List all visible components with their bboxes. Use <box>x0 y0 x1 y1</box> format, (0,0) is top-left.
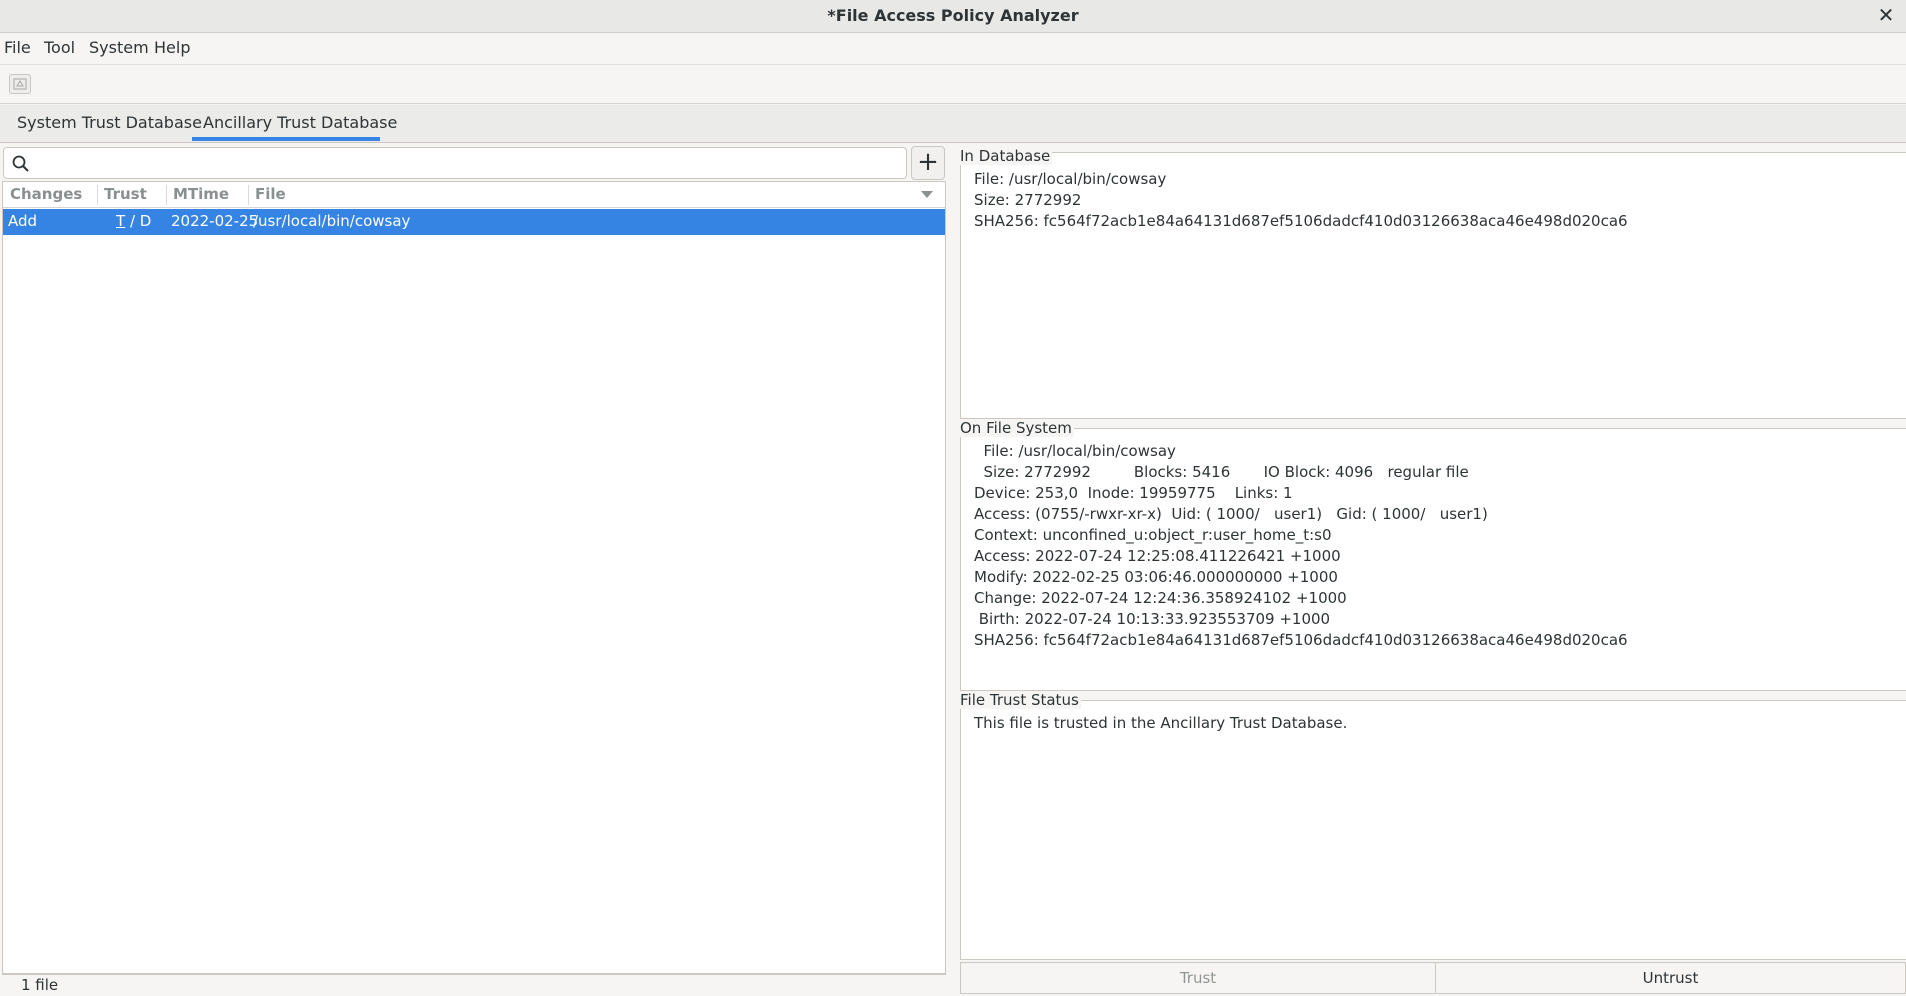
fs-line: Device: 253,0 Inode: 19959775 Links: 1 <box>974 484 1293 502</box>
file-trust-status-label: File Trust Status <box>960 691 1081 709</box>
in-database-panel: File: /usr/local/bin/cowsay Size: 277299… <box>960 152 1906 419</box>
fs-line: Context: unconfined_u:object_r:user_home… <box>974 526 1332 544</box>
table-row[interactable]: Add T / D 2022-02-25 /usr/local/bin/cows… <box>3 209 945 235</box>
action-buttons: Trust Untrust <box>960 962 1906 994</box>
menu-help[interactable]: Help <box>154 38 190 57</box>
menu-tool[interactable]: Tool <box>44 38 75 57</box>
column-separator <box>248 185 249 205</box>
column-separator <box>166 185 167 205</box>
fs-line: Change: 2022-07-24 12:24:36.358924102 +1… <box>974 589 1347 607</box>
fs-line: Modify: 2022-02-25 03:06:46.000000000 +1… <box>974 568 1338 586</box>
file-list[interactable]: Changes Trust MTime File Add T / D 2022-… <box>2 181 946 974</box>
menu-system[interactable]: System <box>89 38 149 57</box>
add-file-button[interactable]: + <box>911 146 945 180</box>
sort-arrow-icon[interactable] <box>921 191 933 198</box>
menu-file[interactable]: File <box>4 38 31 57</box>
in-database-line: SHA256: fc564f72acb1e84a64131d687ef5106d… <box>974 212 1628 230</box>
untrust-button[interactable]: Untrust <box>1435 962 1906 994</box>
search-icon <box>12 155 29 172</box>
list-header: Changes Trust MTime File <box>3 182 945 208</box>
trust-button[interactable]: Trust <box>960 962 1436 994</box>
cell-changes: Add <box>8 212 38 230</box>
tab-bar: System Trust Database Ancillary Trust Da… <box>0 105 1906 143</box>
search-input[interactable] <box>36 151 896 175</box>
column-header-changes[interactable]: Changes <box>10 185 82 203</box>
fs-line: Access: 2022-07-24 12:25:08.411226421 +1… <box>974 547 1341 565</box>
on-file-system-panel: File: /usr/local/bin/cowsay Size: 277299… <box>960 428 1906 691</box>
search-box <box>3 147 907 179</box>
in-database-label: In Database <box>960 147 1053 165</box>
menu-bar: File Tool System Help <box>0 33 1906 63</box>
fs-line: Access: (0755/-rwxr-xr-x) Uid: ( 1000/ u… <box>974 505 1488 523</box>
fs-line: Size: 2772992 Blocks: 5416 IO Block: 409… <box>974 463 1469 481</box>
fs-line: File: /usr/local/bin/cowsay <box>974 442 1176 460</box>
status-text: 1 file <box>21 976 59 994</box>
column-header-trust[interactable]: Trust <box>104 185 147 203</box>
trust-status-line: This file is trusted in the Ancillary Tr… <box>974 714 1348 732</box>
status-bar: 1 file <box>2 974 946 996</box>
tab-ancillary-trust-database[interactable]: Ancillary Trust Database <box>203 113 397 132</box>
in-database-line: File: /usr/local/bin/cowsay <box>974 170 1167 188</box>
active-tab-indicator <box>192 137 380 141</box>
on-file-system-label: On File System <box>960 419 1074 437</box>
fs-line: Birth: 2022-07-24 10:13:33.923553709 +10… <box>974 610 1331 628</box>
tab-system-trust-database[interactable]: System Trust Database <box>17 113 202 132</box>
cell-trust: T / D <box>116 212 151 230</box>
column-header-mtime[interactable]: MTime <box>173 185 229 203</box>
cell-file: /usr/local/bin/cowsay <box>253 212 411 230</box>
fs-line: SHA256: fc564f72acb1e84a64131d687ef5106d… <box>974 631 1628 649</box>
toolbar <box>0 64 1906 104</box>
cell-mtime: 2022-02-25 <box>171 212 259 230</box>
window-title: *File Access Policy Analyzer <box>827 6 1079 25</box>
toolbar-open-button[interactable] <box>9 74 31 94</box>
file-trust-status-panel: This file is trusted in the Ancillary Tr… <box>960 700 1906 960</box>
in-database-line: Size: 2772992 <box>974 191 1082 209</box>
column-separator <box>97 185 98 205</box>
document-icon <box>13 78 27 90</box>
close-icon[interactable]: ✕ <box>1874 2 1898 28</box>
title-bar: *File Access Policy Analyzer ✕ <box>0 0 1906 33</box>
cell-trust-rest: / D <box>125 212 152 230</box>
cell-trust-t: T <box>116 212 126 230</box>
column-header-file[interactable]: File <box>255 185 286 203</box>
